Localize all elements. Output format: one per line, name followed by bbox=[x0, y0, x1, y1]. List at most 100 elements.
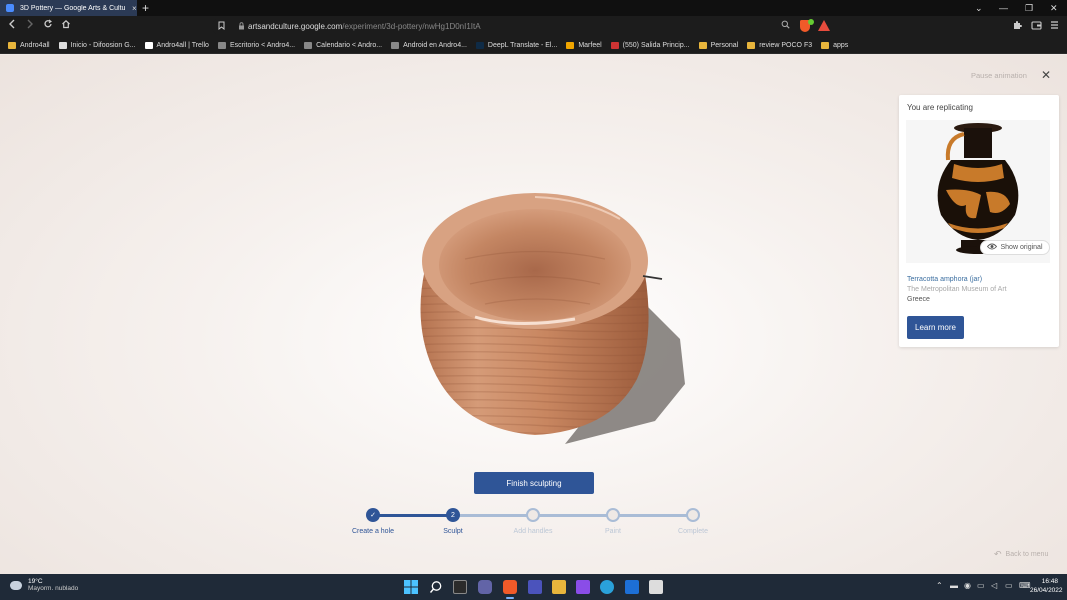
bookmark-label: Calendario < Andro... bbox=[316, 41, 383, 49]
clock-date: 26/04/2022 bbox=[1030, 587, 1063, 594]
bookmark-favicon-icon bbox=[610, 41, 619, 49]
weather-widget[interactable]: 19°C Mayorm. nublado bbox=[10, 578, 78, 592]
step-label: Complete bbox=[678, 528, 708, 535]
bookmark-icon[interactable] bbox=[218, 21, 230, 32]
progress-connector bbox=[533, 514, 613, 517]
bookmark-favicon-icon bbox=[58, 41, 67, 49]
network-icon[interactable]: ▭ bbox=[977, 581, 985, 590]
bookmark-item[interactable]: Escritorio < Andro4... bbox=[217, 41, 296, 49]
bookmark-favicon-icon bbox=[217, 41, 226, 49]
step-marker: ✓ bbox=[366, 508, 380, 522]
forward-icon[interactable] bbox=[23, 19, 37, 34]
search-icon[interactable] bbox=[781, 20, 790, 31]
close-window-button[interactable]: ✕ bbox=[1050, 1, 1058, 15]
bookmark-item[interactable]: review POCO F3 bbox=[747, 41, 812, 49]
file-explorer-icon[interactable] bbox=[552, 580, 566, 594]
affinity-icon[interactable] bbox=[576, 580, 590, 594]
clock-time: 16:48 bbox=[1041, 578, 1058, 585]
todo-icon[interactable] bbox=[625, 580, 639, 594]
brave-rewards-icon[interactable] bbox=[818, 20, 830, 31]
teams-icon[interactable] bbox=[528, 580, 542, 594]
bookmark-favicon-icon bbox=[304, 41, 313, 49]
url-host: artsandculture.google.com bbox=[248, 22, 343, 31]
browser-tab[interactable]: 3D Pottery — Google Arts & Cultu × bbox=[0, 0, 137, 16]
bookmark-label: Personal bbox=[710, 41, 739, 49]
step-marker bbox=[686, 508, 700, 522]
browser-toolbar: artsandculture.google.com/experiment/3d-… bbox=[0, 16, 1067, 37]
step-label: Paint bbox=[605, 528, 621, 535]
tab-title: 3D Pottery — Google Arts & Cultu bbox=[20, 4, 126, 12]
teams-chat-icon[interactable] bbox=[478, 580, 492, 594]
bookmark-item[interactable]: Calendario < Andro... bbox=[304, 41, 383, 49]
bookmark-favicon-icon bbox=[821, 41, 830, 49]
bookmark-label: (550) Salida Princip... bbox=[622, 41, 690, 49]
progress-connector bbox=[373, 514, 453, 517]
language-icon[interactable]: ⌨ bbox=[1019, 581, 1031, 590]
finish-sculpting-button[interactable]: Finish sculpting bbox=[474, 472, 594, 494]
bookmark-label: Android en Andro4... bbox=[403, 41, 467, 49]
progress-connector bbox=[613, 514, 693, 517]
menu-icon[interactable] bbox=[1050, 20, 1059, 32]
active-app-indicator bbox=[506, 597, 514, 599]
bookmark-item[interactable]: (550) Salida Princip... bbox=[610, 41, 690, 49]
bookmark-item[interactable]: Andro4all bbox=[8, 41, 50, 49]
minimize-window-button[interactable]: — bbox=[999, 1, 1008, 15]
replicating-card: You are replicating Show original Terrac… bbox=[899, 95, 1059, 347]
address-bar[interactable]: artsandculture.google.com/experiment/3d-… bbox=[212, 18, 812, 35]
bookmark-item[interactable]: Android en Andro4... bbox=[391, 41, 467, 49]
show-original-button[interactable]: Show original bbox=[980, 240, 1050, 255]
step-label: Add handles bbox=[513, 528, 553, 535]
windows-taskbar: 19°C Mayorm. nublado ⌃ ▬ ◉ ▭ ◁ ▭ ⌨ 16:48… bbox=[0, 574, 1067, 600]
back-icon[interactable] bbox=[5, 19, 19, 34]
tray-overflow-icon[interactable]: ⌃ bbox=[936, 581, 943, 590]
new-tab-button[interactable]: + bbox=[142, 1, 149, 15]
bookmark-favicon-icon bbox=[698, 41, 707, 49]
close-icon[interactable]: ✕ bbox=[1040, 69, 1052, 81]
step-marker: 2 bbox=[446, 508, 460, 522]
restore-window-button[interactable]: ❐ bbox=[1025, 1, 1033, 15]
artwork-title-link[interactable]: Terracotta amphora (jar) bbox=[907, 276, 982, 283]
bookmark-favicon-icon bbox=[747, 41, 756, 49]
reload-icon[interactable] bbox=[41, 19, 55, 34]
extensions-icon[interactable] bbox=[1012, 20, 1022, 32]
pottery-canvas[interactable]: Pause animation ✕ You are replicating Sh… bbox=[0, 55, 1067, 574]
step-marker bbox=[606, 508, 620, 522]
tab-close-icon[interactable]: × bbox=[132, 4, 137, 13]
snipping-tool-icon[interactable] bbox=[649, 580, 663, 594]
bookmark-favicon-icon bbox=[144, 41, 153, 49]
tray-steam-icon[interactable]: ◉ bbox=[964, 581, 971, 590]
search-taskbar-icon[interactable] bbox=[429, 580, 443, 594]
bookmark-item[interactable]: Personal bbox=[698, 41, 739, 49]
volume-icon[interactable]: ◁ bbox=[991, 581, 997, 590]
weather-temperature: 19°C bbox=[28, 578, 43, 585]
bookmark-label: Escritorio < Andro4... bbox=[229, 41, 296, 49]
back-to-menu-button[interactable]: ↶ Back to menu bbox=[994, 549, 1048, 560]
museum-name[interactable]: The Metropolitan Museum of Art bbox=[907, 286, 1007, 293]
bookmark-favicon-icon bbox=[8, 41, 16, 49]
bookmark-item[interactable]: DeepL Translate - El... bbox=[475, 41, 557, 49]
bookmark-item[interactable]: Inicio - Difoosion G... bbox=[58, 41, 136, 49]
system-clock[interactable]: 16:48 26/04/2022 bbox=[1030, 577, 1063, 595]
pause-animation-button[interactable]: Pause animation bbox=[971, 71, 1027, 80]
url-path: /experiment/3d-pottery/nwHg1D0nI1ItA bbox=[342, 22, 481, 31]
bookmark-favicon-icon bbox=[475, 41, 484, 49]
battery-icon[interactable]: ▭ bbox=[1005, 581, 1013, 590]
lock-icon[interactable] bbox=[238, 21, 248, 32]
tab-search-icon[interactable]: ⌄ bbox=[975, 1, 983, 15]
windows-start-icon[interactable] bbox=[404, 580, 418, 594]
bookmark-label: apps bbox=[833, 41, 849, 49]
bookmark-label: Andro4all | Trello bbox=[156, 41, 209, 49]
bookmark-item[interactable]: Marfeel bbox=[566, 41, 602, 49]
wallet-icon[interactable] bbox=[1031, 20, 1042, 32]
learn-more-button[interactable]: Learn more bbox=[907, 316, 964, 339]
telegram-icon[interactable] bbox=[600, 580, 614, 594]
bookmark-item[interactable]: apps bbox=[821, 41, 849, 49]
clay-pot-model[interactable] bbox=[405, 189, 695, 464]
task-view-icon[interactable] bbox=[453, 580, 467, 594]
bookmark-item[interactable]: Andro4all | Trello bbox=[144, 41, 209, 49]
home-icon[interactable] bbox=[59, 19, 73, 34]
site-favicon-icon bbox=[6, 4, 14, 12]
tray-app-icon[interactable]: ▬ bbox=[950, 581, 958, 590]
brave-browser-icon[interactable] bbox=[503, 580, 517, 594]
bookmark-favicon-icon bbox=[566, 41, 575, 49]
